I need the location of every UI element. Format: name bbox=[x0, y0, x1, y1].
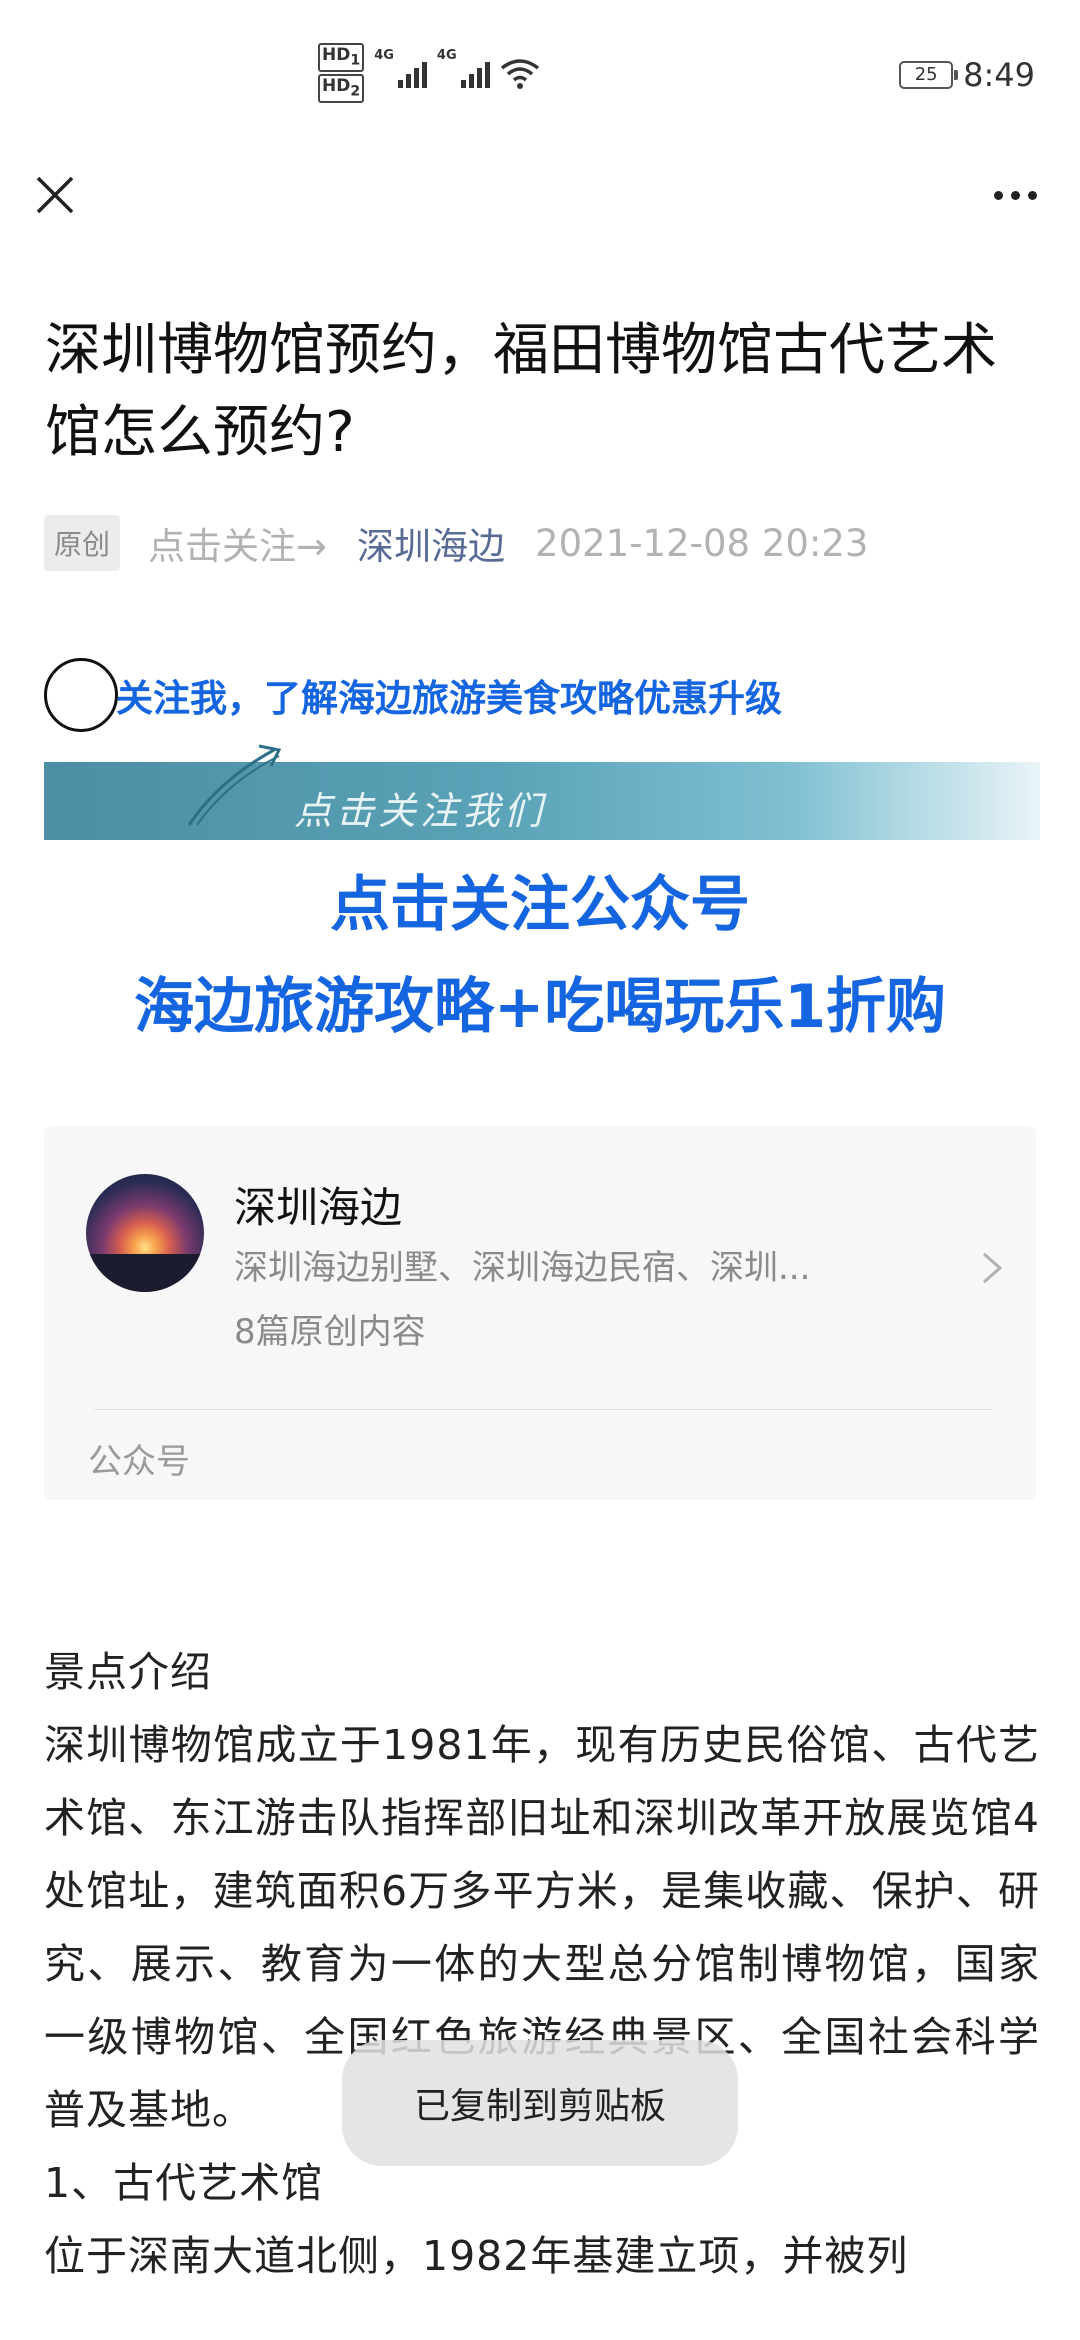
signal-indicators: HD1 HD2 4G 4G bbox=[318, 42, 540, 104]
banner-text: 点击关注我们 bbox=[294, 789, 547, 833]
card-divider bbox=[94, 1409, 992, 1410]
close-button[interactable] bbox=[30, 170, 80, 220]
circle-graphic bbox=[44, 658, 118, 732]
chevron-right-icon bbox=[983, 1252, 1003, 1284]
follow-hint: 点击关注→ bbox=[148, 525, 328, 568]
signal-bars-1-icon bbox=[397, 58, 427, 88]
promo-line: 关注我，了解海边旅游美食攻略优惠升级 bbox=[44, 658, 782, 732]
article-body: 景点介绍 深圳博物馆成立于1981年，现有历史民俗馆、古代艺术馆、东江游击队指挥… bbox=[44, 1636, 1040, 2293]
copied-toast: 已复制到剪贴板 bbox=[342, 2040, 738, 2166]
more-dot-icon bbox=[993, 190, 1003, 200]
account-type: 公众号 bbox=[88, 1442, 190, 1482]
hd2-badge: HD2 bbox=[318, 74, 365, 104]
more-dot-icon bbox=[1010, 190, 1020, 200]
article-meta: 原创 点击关注→ 深圳海边 2021-12-08 20:23 bbox=[44, 515, 868, 571]
account-post-count: 8篇原创内容 bbox=[234, 1312, 426, 1352]
article-title: 深圳博物馆预约，福田博物馆古代艺术馆怎么预约? bbox=[45, 318, 997, 465]
promo-headline-2: 海边旅游攻略+吃喝玩乐1折购 bbox=[133, 972, 947, 1042]
close-icon bbox=[36, 176, 74, 214]
section-heading: 景点介绍 bbox=[44, 1648, 212, 1696]
signal-bars-2-icon bbox=[460, 58, 490, 88]
promo-text: 关注我，了解海边旅游美食攻略优惠升级 bbox=[116, 677, 782, 720]
account-description: 深圳海边别墅、深圳海边民宿、深圳... bbox=[234, 1248, 811, 1288]
original-tag: 原创 bbox=[44, 515, 121, 571]
network-type-1: 4G bbox=[374, 48, 394, 63]
status-bar: HD1 HD2 4G 4G 25 8:49 bbox=[0, 0, 1080, 150]
publish-date: 2021-12-08 20:23 bbox=[535, 521, 869, 565]
avatar bbox=[86, 1174, 204, 1292]
arrow-icon bbox=[187, 744, 282, 826]
network-type-2: 4G bbox=[436, 48, 457, 63]
status-right: 25 8:49 bbox=[899, 56, 1035, 94]
more-options-button[interactable] bbox=[980, 170, 1050, 220]
account-name: 深圳海边 bbox=[234, 1183, 403, 1232]
account-card[interactable]: 深圳海边 深圳海边别墅、深圳海边民宿、深圳... 8篇原创内容 公众号 bbox=[44, 1126, 1036, 1500]
hd-badges: HD1 HD2 bbox=[318, 42, 365, 105]
battery-icon: 25 bbox=[899, 61, 959, 89]
more-dot-icon bbox=[1027, 190, 1037, 200]
hd1-badge: HD1 bbox=[318, 42, 365, 72]
follow-banner[interactable]: 点击关注我们 bbox=[44, 740, 1040, 840]
clock: 8:49 bbox=[963, 56, 1035, 94]
promo-headline-1: 点击关注公众号 bbox=[330, 870, 750, 940]
wifi-icon bbox=[500, 59, 539, 89]
body-paragraph: 位于深南大道北侧，1982年基建立项，并被列 bbox=[44, 2232, 909, 2280]
author-link[interactable]: 深圳海边 bbox=[357, 516, 505, 570]
